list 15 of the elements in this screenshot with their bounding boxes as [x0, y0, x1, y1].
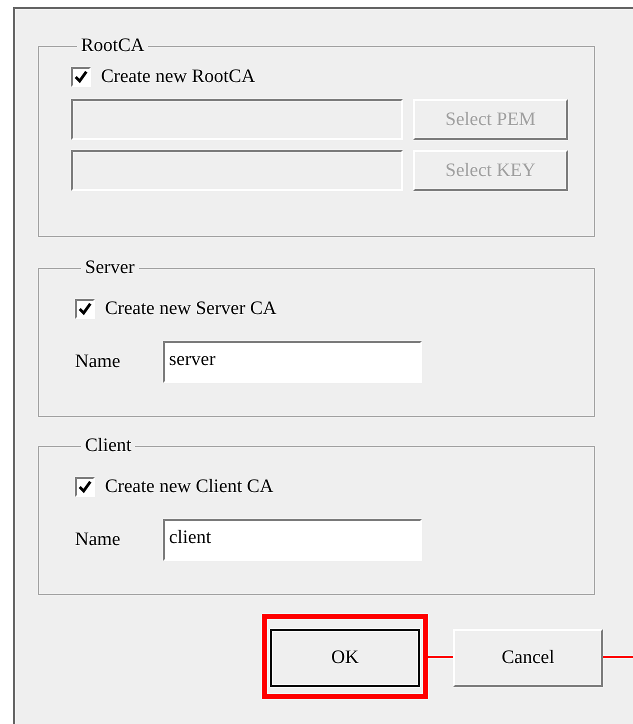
- checkbox[interactable]: [71, 67, 91, 87]
- checkbox-label: Create new Server CA: [105, 298, 276, 320]
- ok-button[interactable]: OK: [270, 629, 420, 687]
- group-title: Server: [84, 257, 136, 279]
- name-field[interactable]: client: [163, 519, 422, 561]
- cancel-button[interactable]: Cancel: [453, 629, 603, 687]
- checkbox[interactable]: [75, 299, 95, 319]
- name-field[interactable]: server: [163, 341, 422, 383]
- checkbox-label: Create new Client CA: [105, 476, 274, 498]
- checkbox[interactable]: [75, 477, 95, 497]
- group-title: RootCA: [80, 35, 146, 57]
- group-title: Client: [84, 435, 132, 457]
- field-label: Name: [75, 351, 122, 373]
- field-label: Name: [75, 529, 122, 551]
- checkbox-label: Create new RootCA: [101, 66, 256, 88]
